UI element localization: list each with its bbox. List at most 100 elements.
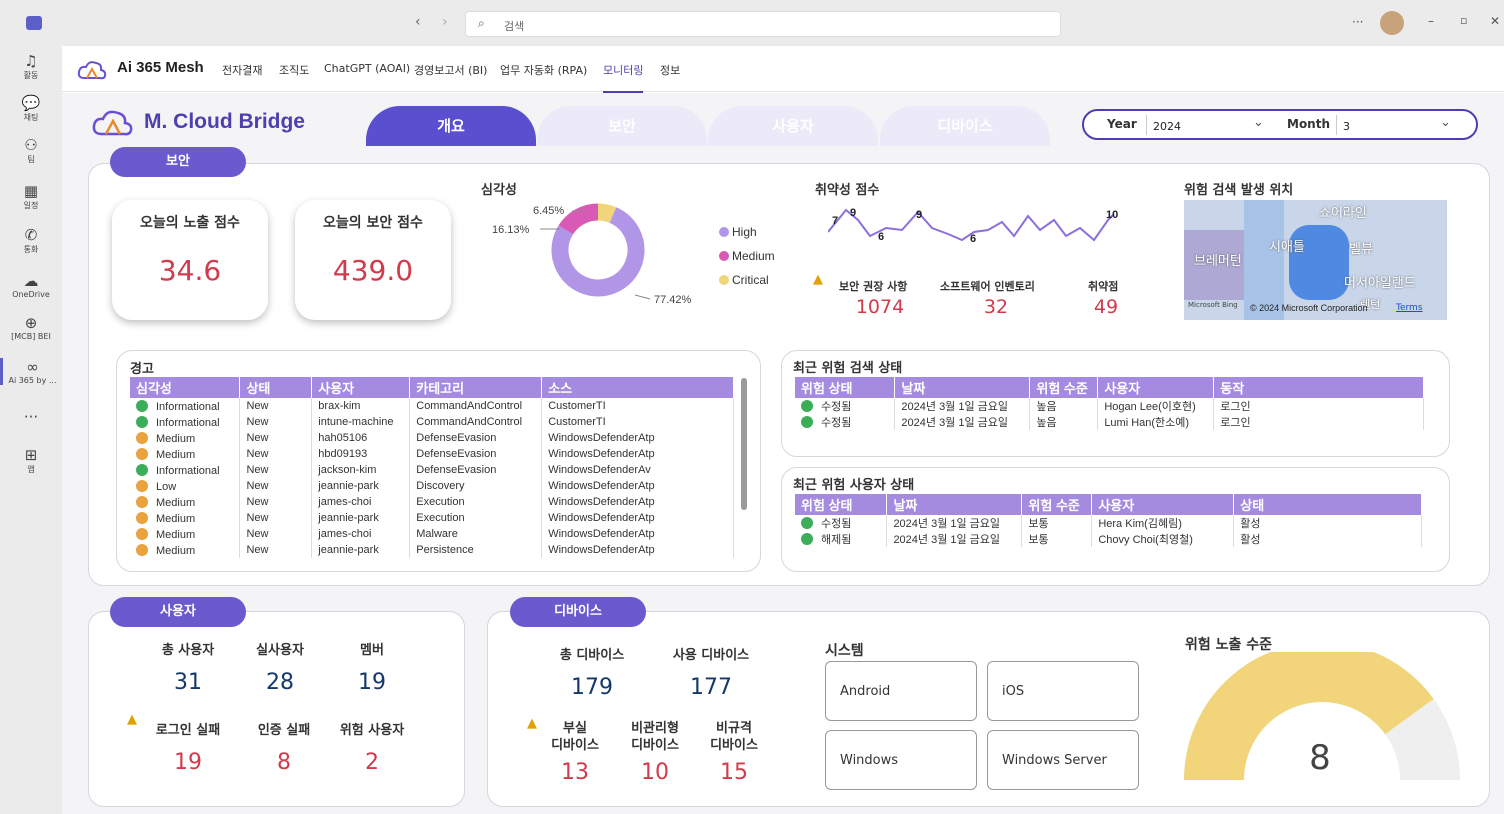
table-cell: CommandAndControl bbox=[409, 398, 543, 414]
cell-text: hbd09193 bbox=[318, 448, 368, 460]
system-ios[interactable]: iOS bbox=[987, 661, 1139, 721]
rail-item-앱[interactable]: ⊞ 앱 bbox=[0, 446, 62, 475]
vuln-score-sparkline: 7969610 bbox=[828, 207, 1118, 245]
rail-item-Ai 365 by ...[interactable]: ∞ Ai 365 by ... bbox=[0, 358, 62, 385]
table-row[interactable]: Medium New jeannie-park Persistence WindowsD… bbox=[130, 542, 734, 558]
alerts-scrollbar[interactable] bbox=[741, 378, 747, 510]
table-cell: New bbox=[239, 526, 313, 542]
col-header[interactable]: 상태 bbox=[239, 377, 313, 398]
nav-link-6[interactable]: 정보 bbox=[660, 62, 680, 78]
rail-item-활동[interactable]: ♫ 활동 bbox=[0, 52, 62, 81]
cell-text: jeannie-park bbox=[318, 544, 379, 556]
maximize-icon[interactable]: ▫ bbox=[1460, 14, 1467, 27]
table-row[interactable]: Medium New jeannie-park Execution WindowsDef… bbox=[130, 510, 734, 526]
month-select[interactable]: 3 ⌄ bbox=[1336, 115, 1454, 135]
rail-item-[MCB] BEI[interactable]: ⊕ [MCB] BEI bbox=[0, 314, 62, 341]
col-header[interactable]: 사용자 bbox=[1091, 494, 1235, 515]
col-header[interactable]: 위험 상태 bbox=[795, 494, 888, 515]
system-android[interactable]: Android bbox=[825, 661, 977, 721]
search-box[interactable]: ⌕ 검색 bbox=[465, 11, 1061, 37]
rail-item-일정[interactable]: ▦ 일정 bbox=[0, 182, 62, 211]
teams-logo-icon[interactable] bbox=[26, 16, 42, 30]
cell-text: WindowsDefenderAtp bbox=[548, 512, 655, 524]
table-row[interactable]: 수정됨 2024년 3월 1일 금요일 높음 Hogan Lee(이호현) 로그인 bbox=[795, 398, 1424, 414]
col-header[interactable]: 위험 상태 bbox=[795, 377, 896, 398]
nav-link-4[interactable]: 업무 자동화 (RPA) bbox=[500, 62, 587, 78]
sparkline-label: 6 bbox=[970, 233, 976, 245]
globe-icon: ⊕ bbox=[24, 314, 38, 332]
col-header[interactable]: 카테고리 bbox=[409, 377, 543, 398]
col-header[interactable]: 사용자 bbox=[1097, 377, 1215, 398]
col-header[interactable]: 위험 수준 bbox=[1021, 494, 1093, 515]
nav-link-3[interactable]: 경영보고서 (BI) bbox=[414, 62, 487, 78]
system-windows-server[interactable]: Windows Server bbox=[987, 730, 1139, 790]
tab-3[interactable]: 디바이스 bbox=[880, 106, 1050, 146]
rail-item-채팅[interactable]: 💬 채팅 bbox=[0, 94, 62, 123]
forward-icon[interactable]: › bbox=[442, 14, 448, 30]
table-cell: 2024년 3월 1일 금요일 bbox=[894, 414, 1031, 430]
rail-item-OneDrive[interactable]: ☁ OneDrive bbox=[0, 272, 62, 299]
nav-link-0[interactable]: 전자결재 bbox=[222, 62, 262, 78]
col-header[interactable]: 위험 수준 bbox=[1029, 377, 1099, 398]
system-windows[interactable]: Windows bbox=[825, 730, 977, 790]
table-cell: Hogan Lee(이호현) bbox=[1097, 398, 1215, 414]
tab-1[interactable]: 보안 bbox=[537, 106, 707, 146]
table-row[interactable]: Informational New brax-kim CommandAndContro… bbox=[130, 398, 734, 414]
rail-item-통화[interactable]: ✆ 통화 bbox=[0, 226, 62, 255]
app-nav: Ai 365 Mesh 전자결재 조직도 ChatGPT (AOAI) 경영보고서 (… bbox=[62, 46, 1504, 94]
sparkline-label: 9 bbox=[850, 207, 856, 219]
map-terms-link[interactable]: Terms bbox=[1396, 303, 1423, 313]
cell-text: brax-kim bbox=[318, 400, 361, 412]
rail-item-팀[interactable]: ⚇ 팀 bbox=[0, 136, 62, 165]
table-row[interactable]: Medium New hah05106 DefenseEvasion WindowsDe… bbox=[130, 430, 734, 446]
table-cell: jeannie-park bbox=[311, 542, 411, 558]
nav-link-1[interactable]: 조직도 bbox=[279, 62, 309, 78]
total-devices-label: 총 디바이스 bbox=[559, 648, 625, 663]
tab-2[interactable]: 사용자 bbox=[708, 106, 878, 146]
minimize-icon[interactable]: – bbox=[1428, 14, 1434, 28]
table-row[interactable]: Medium New hbd09193 DefenseEvasion WindowsDe… bbox=[130, 446, 734, 462]
cell-text: WindowsDefenderAtp bbox=[548, 432, 655, 444]
donut-label: 16.13% bbox=[492, 224, 530, 236]
table-row[interactable]: Informational New jackson-kim DefenseEvasio… bbox=[130, 462, 734, 478]
table-row[interactable]: 수정됨 2024년 3월 1일 금요일 보통 Hera Kim(김혜림) 활성 bbox=[795, 515, 1422, 531]
col-header[interactable]: 사용자 bbox=[311, 377, 411, 398]
col-header[interactable]: 날짜 bbox=[886, 494, 1023, 515]
avatar[interactable] bbox=[1380, 11, 1404, 35]
year-select[interactable]: 2024 ⌄ bbox=[1146, 115, 1264, 135]
donut-slice-critical[interactable] bbox=[597, 203, 617, 224]
table-row[interactable]: Informational New intune-machine CommandAnd… bbox=[130, 414, 734, 430]
col-header[interactable]: 동작 bbox=[1213, 377, 1424, 398]
nav-link-2[interactable]: ChatGPT (AOAI) bbox=[324, 62, 410, 75]
col-header[interactable]: 소스 bbox=[541, 377, 734, 398]
alerts-title: 경고 bbox=[130, 362, 154, 377]
rail-item-more[interactable]: ··· bbox=[0, 408, 62, 426]
table-cell: Medium bbox=[130, 510, 241, 526]
table-row[interactable]: 수정됨 2024년 3월 1일 금요일 높음 Lumi Han(한소예) 로그인 bbox=[795, 414, 1424, 430]
table-row[interactable]: Medium New james-choi Execution WindowsDefen… bbox=[130, 494, 734, 510]
close-icon[interactable]: ✕ bbox=[1490, 14, 1500, 28]
status-dot-icon bbox=[136, 527, 148, 540]
table-row[interactable]: 해제됨 2024년 3월 1일 금요일 보통 Chovy Choi(최영철) 활성 bbox=[795, 531, 1422, 547]
donut-slice-medium[interactable] bbox=[558, 203, 599, 235]
col-header[interactable]: 심각성 bbox=[130, 377, 241, 398]
back-icon[interactable]: ‹ bbox=[415, 14, 421, 30]
table-cell: CustomerTI bbox=[541, 414, 734, 430]
legend-dot bbox=[719, 227, 729, 237]
nav-link-5[interactable]: 모니터링 bbox=[603, 62, 644, 94]
warning-icon: ▲ bbox=[127, 712, 137, 727]
cell-text: New bbox=[246, 464, 269, 476]
col-header[interactable]: 날짜 bbox=[894, 377, 1031, 398]
threat-map[interactable]: 쇼어라인 시애틀 벨뷰 브레머턴 머서아일랜드 렌턴 Microsoft Bin… bbox=[1184, 200, 1447, 320]
exposure-score-card: 오늘의 노출 점수 34.6 bbox=[112, 200, 268, 320]
cell-text: New bbox=[246, 544, 269, 556]
tab-0[interactable]: 개요 bbox=[366, 106, 536, 146]
donut-label: 6.45% bbox=[533, 205, 564, 217]
month-value: 3 bbox=[1343, 120, 1350, 133]
cell-text: 로그인 bbox=[1220, 417, 1251, 429]
table-row[interactable]: Medium New james-choi Malware WindowsDefende… bbox=[130, 526, 734, 542]
table-row[interactable]: Low New jeannie-park Discovery WindowsDefend… bbox=[130, 478, 734, 494]
more-options-icon[interactable]: ··· bbox=[1352, 15, 1363, 29]
col-header[interactable]: 상태 bbox=[1233, 494, 1422, 515]
table-cell: 2024년 3월 1일 금요일 bbox=[894, 398, 1031, 414]
